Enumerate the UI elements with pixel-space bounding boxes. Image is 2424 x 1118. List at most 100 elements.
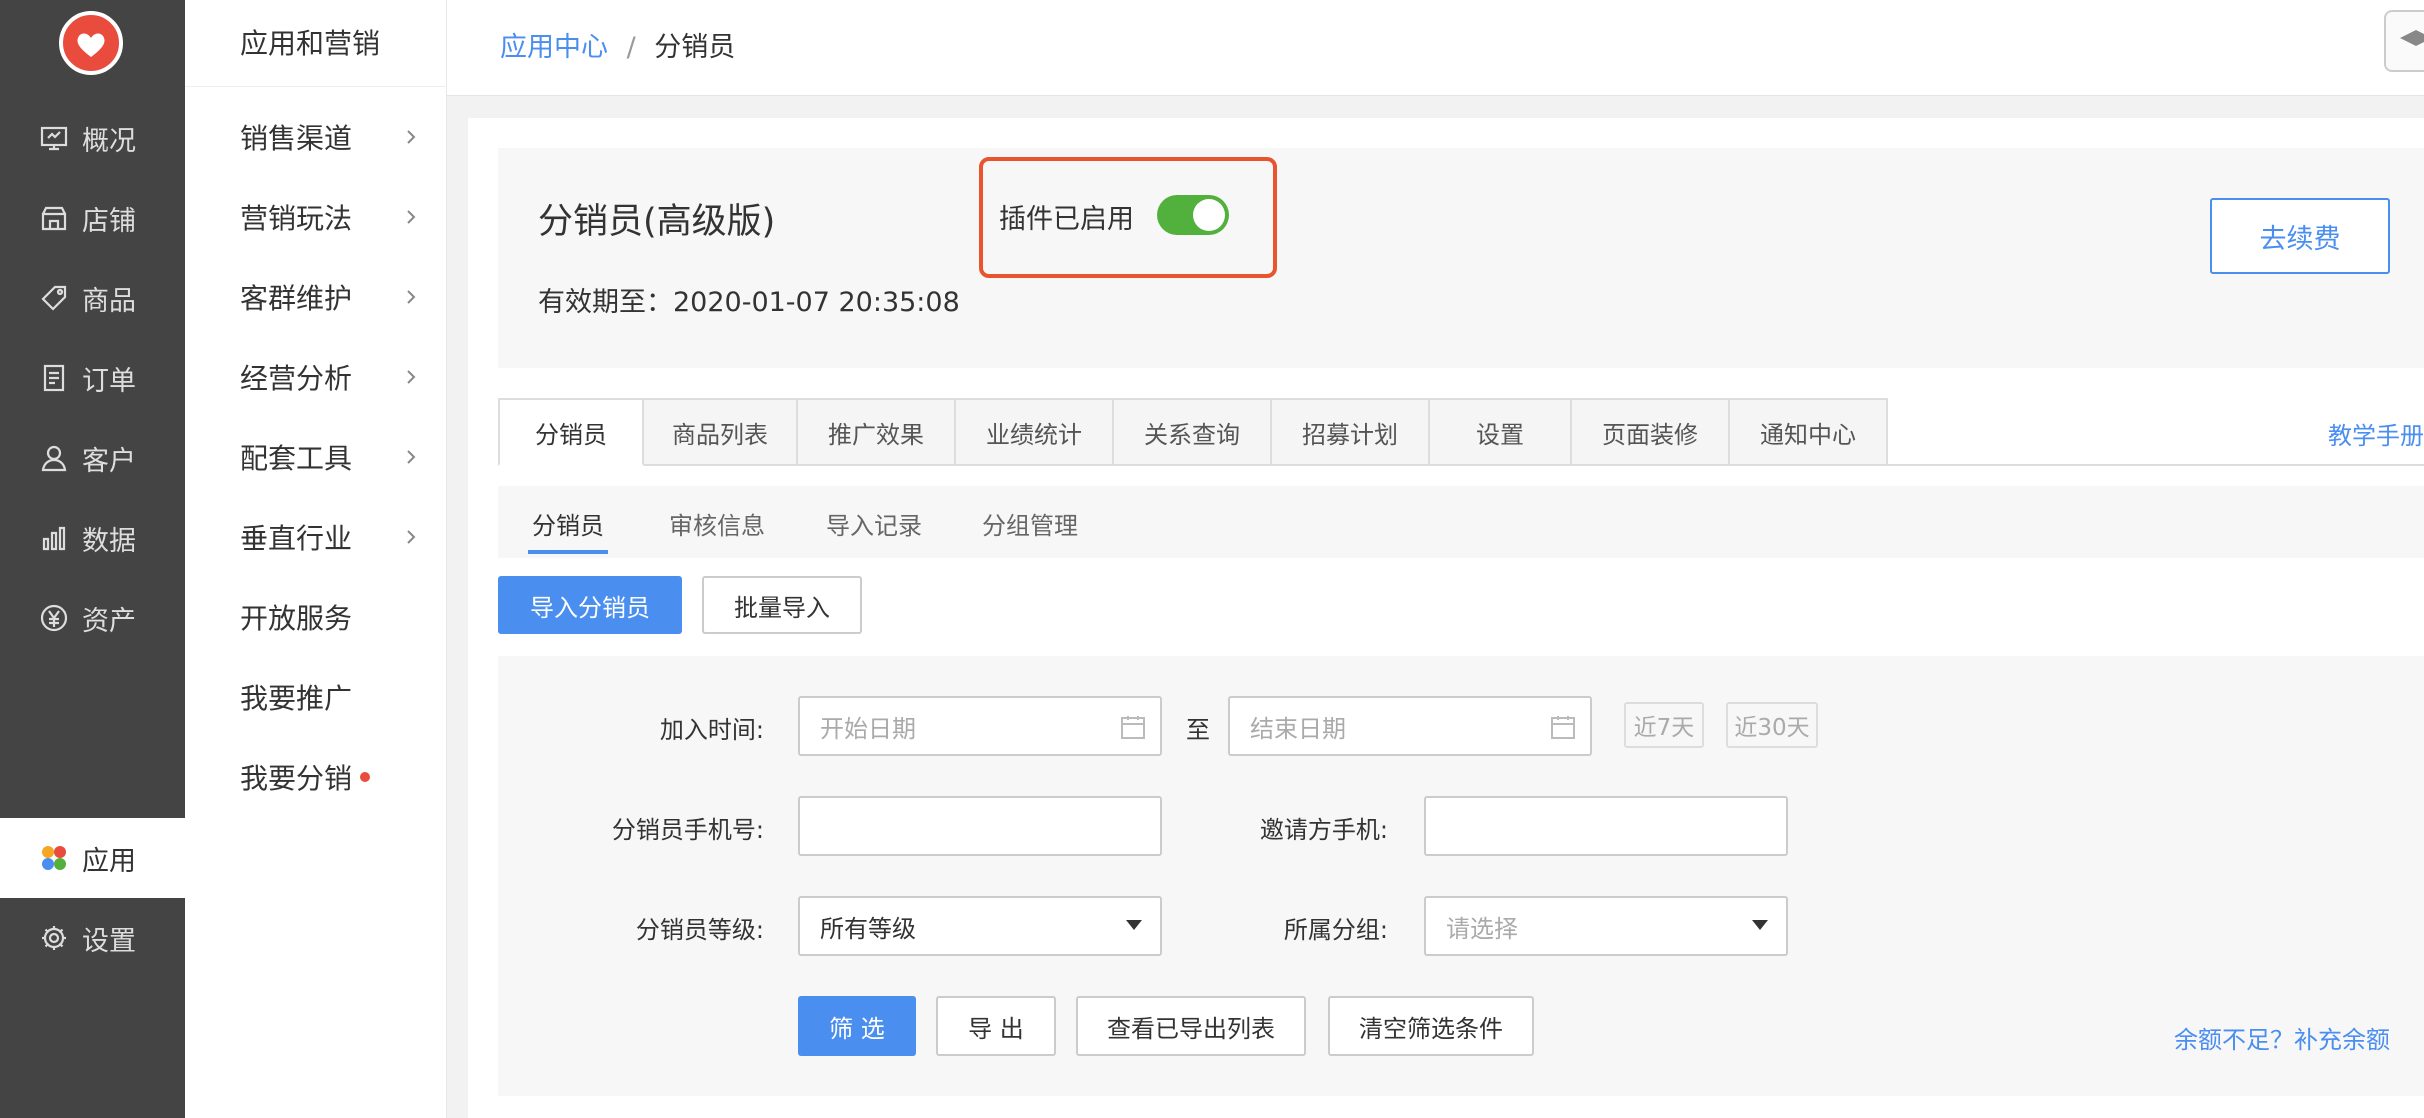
import-distributor-button[interactable]: 导入分销员 xyxy=(498,576,682,634)
tab-relations[interactable]: 关系查询 xyxy=(1114,398,1272,466)
distributor-phone-input[interactable] xyxy=(798,796,1162,856)
breadcrumb-separator: / xyxy=(626,32,636,63)
date-range-to-label: 至 xyxy=(1186,716,1210,744)
export-button[interactable]: 导 出 xyxy=(936,996,1056,1056)
nav-item-customers[interactable]: 客户 xyxy=(0,418,185,498)
nav-item-orders[interactable]: 订单 xyxy=(0,338,185,418)
plugin-status-text: 插件已启用 xyxy=(999,204,1134,235)
tab-recruit-plan[interactable]: 招募计划 xyxy=(1272,398,1430,466)
plugin-enable-toggle[interactable] xyxy=(1157,195,1229,235)
subnav-item-vertical[interactable]: 垂直行业 xyxy=(240,507,420,567)
nav-item-overview[interactable]: 概况 xyxy=(0,98,185,178)
caret-down-icon xyxy=(1126,920,1142,930)
active-subtab-indicator xyxy=(528,550,608,554)
nav-item-settings[interactable]: 设置 xyxy=(0,898,185,978)
shop-logo[interactable] xyxy=(59,11,123,75)
group-select[interactable]: 请选择 xyxy=(1424,896,1788,956)
chevron-right-icon xyxy=(407,450,416,464)
subnav-item-customer-care[interactable]: 客群维护 xyxy=(240,267,420,327)
secondary-sidebar: 应用和营销 销售渠道 营销玩法 客群维护 经营分析 配套工具 垂直行业 开放服务… xyxy=(185,0,447,1118)
bar-chart-icon xyxy=(38,522,70,554)
filter-button[interactable]: 筛 选 xyxy=(798,996,916,1056)
batch-import-button[interactable]: 批量导入 xyxy=(702,576,862,634)
store-icon xyxy=(38,202,70,234)
subtab-distributor[interactable]: 分销员 xyxy=(532,506,604,541)
inviter-phone-input[interactable] xyxy=(1424,796,1788,856)
inviter-phone-label: 邀请方手机: xyxy=(1259,816,1388,844)
group-select-placeholder: 请选择 xyxy=(1446,914,1518,943)
end-date-input[interactable]: 结束日期 xyxy=(1228,696,1592,756)
notification-dot xyxy=(360,772,371,782)
subnav-item-tools[interactable]: 配套工具 xyxy=(240,427,420,487)
breadcrumb-link-app-center[interactable]: 应用中心 xyxy=(500,32,608,63)
nav-label: 设置 xyxy=(82,925,136,957)
order-icon xyxy=(38,362,70,394)
subnav-label: 销售渠道 xyxy=(240,122,353,155)
nav-label: 资产 xyxy=(82,605,136,637)
tab-distributor[interactable]: 分销员 xyxy=(498,398,644,466)
nav-item-data[interactable]: 数据 xyxy=(0,498,185,578)
plugin-info-card: 分销员(高级版) 有效期至：2020-01-07 20:35:08 插件已启用 … xyxy=(498,148,2424,368)
tab-performance[interactable]: 业绩统计 xyxy=(956,398,1114,466)
subnav-item-analysis[interactable]: 经营分析 xyxy=(240,347,420,407)
apps-icon xyxy=(38,842,70,874)
subtab-group-manage[interactable]: 分组管理 xyxy=(982,506,1078,541)
level-select[interactable]: 所有等级 xyxy=(798,896,1162,956)
nav-item-goods[interactable]: 商品 xyxy=(0,258,185,338)
plugin-title: 分销员(高级版) xyxy=(538,202,776,242)
tab-promotion-effect[interactable]: 推广效果 xyxy=(798,398,956,466)
subnav-item-sales-channel[interactable]: 销售渠道 xyxy=(240,107,420,167)
subnav-label: 配套工具 xyxy=(240,442,353,475)
start-date-input[interactable]: 开始日期 xyxy=(798,696,1162,756)
nav-label: 客户 xyxy=(82,445,136,477)
last-7-days-button[interactable]: 近7天 xyxy=(1624,702,1704,748)
subnav-item-promote[interactable]: 我要推广 xyxy=(240,667,420,727)
divider xyxy=(185,86,447,87)
start-date-placeholder: 开始日期 xyxy=(820,714,916,743)
chevron-right-icon xyxy=(407,130,416,144)
subnav-label: 我要推广 xyxy=(240,682,353,715)
nav-label: 商品 xyxy=(82,285,136,317)
calendar-icon xyxy=(1551,716,1575,739)
expire-value: 2020-01-07 20:35:08 xyxy=(673,287,960,318)
tutorial-link[interactable]: 教学手册 xyxy=(2328,416,2424,451)
nav-item-assets[interactable]: 资产 xyxy=(0,578,185,658)
tab-notification-center[interactable]: 通知中心 xyxy=(1730,398,1888,466)
subnav-item-open-service[interactable]: 开放服务 xyxy=(240,587,420,647)
filter-panel: 加入时间: 开始日期 至 结束日期 近7天 近30天 分销员手机号: 邀请方手机… xyxy=(498,656,2424,1096)
top-header: 应用中心 / 分销员 xyxy=(447,0,2424,96)
subnav-label: 客群维护 xyxy=(240,282,353,315)
expire-label: 有效期至： xyxy=(538,287,673,318)
subnav-item-marketing[interactable]: 营销玩法 xyxy=(240,187,420,247)
calendar-icon xyxy=(1121,716,1145,739)
tab-page-decoration[interactable]: 页面装修 xyxy=(1572,398,1730,466)
nav-label: 概况 xyxy=(82,125,136,157)
view-exported-button[interactable]: 查看已导出列表 xyxy=(1076,996,1306,1056)
nav-label: 应用 xyxy=(82,845,136,877)
nav-item-store[interactable]: 店铺 xyxy=(0,178,185,258)
level-label: 分销员等级: xyxy=(635,916,764,944)
nav-item-apps[interactable]: 应用 xyxy=(0,818,185,898)
phone-label: 分销员手机号: xyxy=(611,816,764,844)
user-icon xyxy=(38,442,70,474)
toggle-knob xyxy=(1193,199,1225,231)
top-up-balance-link[interactable]: 余额不足？补充余额 xyxy=(2174,1020,2390,1055)
subnav-title: 应用和营销 xyxy=(240,27,381,60)
subnav-label: 经营分析 xyxy=(240,362,353,395)
subtab-import-records[interactable]: 导入记录 xyxy=(826,506,922,541)
chevron-right-icon xyxy=(407,210,416,224)
subtab-review[interactable]: 审核信息 xyxy=(669,506,765,541)
chevron-right-icon xyxy=(407,290,416,304)
tab-settings[interactable]: 设置 xyxy=(1430,398,1572,466)
subnav-item-distribution[interactable]: 我要分销 xyxy=(240,747,420,807)
tag-icon xyxy=(38,282,70,314)
renew-button[interactable]: 去续费 xyxy=(2210,198,2390,274)
join-time-label: 加入时间: xyxy=(659,716,764,744)
help-button[interactable] xyxy=(2384,10,2424,72)
clear-filters-button[interactable]: 清空筛选条件 xyxy=(1328,996,1534,1056)
monitor-icon xyxy=(38,122,70,154)
tab-goods-list[interactable]: 商品列表 xyxy=(644,398,798,466)
nav-label: 数据 xyxy=(82,525,136,557)
subnav-label: 垂直行业 xyxy=(240,522,353,555)
last-30-days-button[interactable]: 近30天 xyxy=(1726,702,1818,748)
